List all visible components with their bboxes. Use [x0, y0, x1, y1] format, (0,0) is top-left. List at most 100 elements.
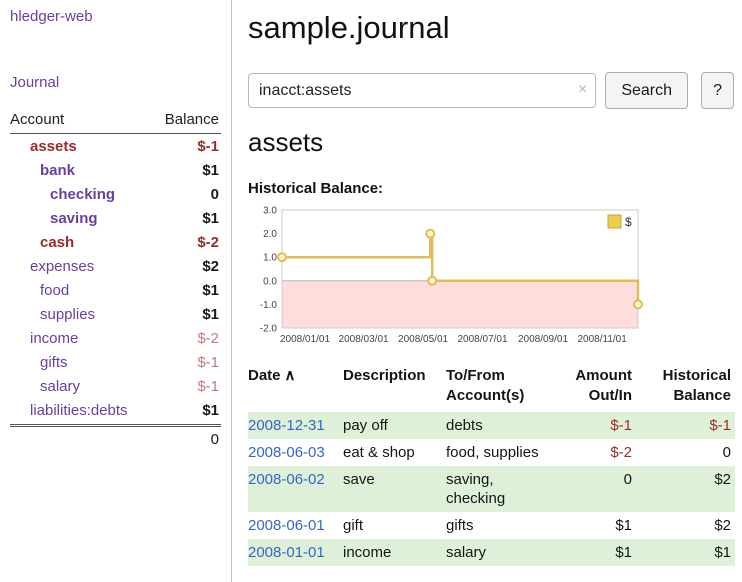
- transaction-row: 2008-12-31pay offdebts$-1$-1: [248, 412, 735, 439]
- transaction-date-cell: 2008-01-01: [248, 543, 343, 562]
- svg-text:2008/05/01: 2008/05/01: [398, 334, 448, 345]
- transaction-amount: $1: [546, 516, 636, 535]
- amount-header-line1: Amount: [546, 366, 632, 386]
- historical-balance-chart: 3.02.01.00.0-1.0-2.02008/01/012008/03/01…: [248, 202, 648, 354]
- account-heading: assets: [248, 127, 734, 158]
- tofrom-header-line1: To/From: [446, 366, 542, 386]
- transaction-balance: $2: [636, 516, 735, 535]
- search-box: ×: [248, 73, 596, 108]
- brand-link[interactable]: hledger-web: [10, 8, 93, 25]
- account-balance: $-1: [197, 378, 221, 395]
- account-row: expenses $2: [10, 254, 221, 278]
- account-link[interactable]: saving: [10, 210, 98, 227]
- account-row: income $-2: [10, 326, 221, 350]
- transaction-description: eat & shop: [343, 443, 446, 462]
- main-content: sample.journal × Search ? assets Histori…: [233, 0, 742, 582]
- svg-text:2.0: 2.0: [263, 229, 277, 240]
- transaction-accounts: saving, checking: [446, 470, 546, 508]
- page-title: sample.journal: [248, 10, 734, 46]
- account-column-header: Account: [10, 111, 64, 128]
- svg-text:2008/01/01: 2008/01/01: [280, 334, 330, 345]
- transaction-date-cell: 2008-06-02: [248, 470, 343, 508]
- account-row: gifts$-1: [10, 350, 221, 374]
- account-link[interactable]: gifts: [10, 354, 68, 371]
- sort-ascending-icon: ∧: [285, 367, 296, 384]
- account-link[interactable]: food: [10, 282, 69, 299]
- chart-title: Historical Balance:: [248, 180, 734, 197]
- account-balance-table: Account Balance assets$-1bank$1checking0…: [10, 111, 221, 448]
- date-column-header[interactable]: Date∧: [248, 366, 343, 406]
- account-row: bank$1: [10, 158, 221, 182]
- account-link[interactable]: liabilities:debts: [10, 402, 128, 419]
- account-row: salary $-1: [10, 374, 221, 398]
- transaction-description: income: [343, 543, 446, 562]
- account-row: liabilities:debts $1: [10, 398, 221, 422]
- account-total: 0: [10, 424, 221, 448]
- transaction-date-link[interactable]: 2008-06-01: [248, 517, 325, 534]
- account-link[interactable]: checking: [10, 186, 115, 203]
- transaction-date-cell: 2008-06-03: [248, 443, 343, 462]
- transaction-row: 2008-06-01giftgifts$1$2: [248, 512, 735, 539]
- account-balance: $-2: [197, 234, 221, 251]
- transaction-description: save: [343, 470, 446, 508]
- register-body: 2008-12-31pay offdebts$-1$-12008-06-03ea…: [248, 412, 735, 566]
- transaction-date-link[interactable]: 2008-12-31: [248, 417, 325, 434]
- transaction-description: pay off: [343, 416, 446, 435]
- transaction-amount: 0: [546, 470, 636, 508]
- transaction-balance: $-1: [636, 416, 735, 435]
- transaction-balance: 0: [636, 443, 735, 462]
- account-row: supplies $1: [10, 302, 221, 326]
- account-link[interactable]: assets: [10, 138, 77, 155]
- svg-text:3.0: 3.0: [263, 206, 277, 217]
- account-link[interactable]: salary: [10, 378, 80, 395]
- account-row: food $1: [10, 278, 221, 302]
- search-input[interactable]: [248, 73, 596, 108]
- balance-column-header-main: Historical Balance: [636, 366, 735, 406]
- sidebar-item-journal[interactable]: Journal: [10, 74, 221, 91]
- account-link[interactable]: bank: [10, 162, 75, 179]
- svg-text:$: $: [625, 215, 632, 229]
- account-balance: $-2: [197, 330, 221, 347]
- search-button[interactable]: Search: [605, 72, 688, 109]
- account-link[interactable]: income: [10, 330, 78, 347]
- transaction-accounts: food, supplies: [446, 443, 546, 462]
- transaction-date-cell: 2008-06-01: [248, 516, 343, 535]
- svg-text:2008/03/01: 2008/03/01: [339, 334, 389, 345]
- transaction-date-link[interactable]: 2008-06-03: [248, 444, 325, 461]
- account-balance: $1: [202, 402, 221, 419]
- help-button[interactable]: ?: [701, 72, 734, 109]
- transaction-date-link[interactable]: 2008-06-02: [248, 471, 325, 488]
- transaction-balance: $1: [636, 543, 735, 562]
- transaction-amount: $-2: [546, 443, 636, 462]
- svg-text:-1.0: -1.0: [260, 300, 278, 311]
- transaction-date-link[interactable]: 2008-01-01: [248, 544, 325, 561]
- account-balance: $-1: [197, 138, 221, 155]
- account-balance: $1: [202, 282, 221, 299]
- account-balance: $2: [202, 258, 221, 275]
- tofrom-header-line2: Account(s): [446, 386, 542, 406]
- account-link[interactable]: cash: [10, 234, 74, 251]
- transaction-row: 2008-06-03 eat & shopfood, supplies$-20: [248, 439, 735, 466]
- clear-search-icon[interactable]: ×: [578, 81, 587, 99]
- account-link[interactable]: supplies: [10, 306, 95, 323]
- description-column-header: Description: [343, 366, 446, 406]
- balance-column-header: Balance: [165, 111, 219, 128]
- transaction-row: 2008-06-02 savesaving, checking0$2: [248, 466, 735, 512]
- account-balance: $1: [202, 306, 221, 323]
- hist-header-line1: Historical: [636, 366, 731, 386]
- svg-text:-2.0: -2.0: [260, 324, 278, 335]
- svg-text:0.0: 0.0: [263, 276, 277, 287]
- account-row: assets $-1: [10, 134, 221, 158]
- account-balance: 0: [211, 186, 221, 203]
- account-balance: $1: [202, 210, 221, 227]
- account-link[interactable]: expenses: [10, 258, 94, 275]
- transaction-balance: $2: [636, 470, 735, 508]
- amount-header-line2: Out/In: [546, 386, 632, 406]
- svg-text:2008/11/01: 2008/11/01: [577, 334, 627, 345]
- transaction-accounts: debts: [446, 416, 546, 435]
- account-row: checking 0: [10, 182, 221, 206]
- transaction-amount: $1: [546, 543, 636, 562]
- transaction-accounts: salary: [446, 543, 546, 562]
- transaction-description: gift: [343, 516, 446, 535]
- transaction-amount: $-1: [546, 416, 636, 435]
